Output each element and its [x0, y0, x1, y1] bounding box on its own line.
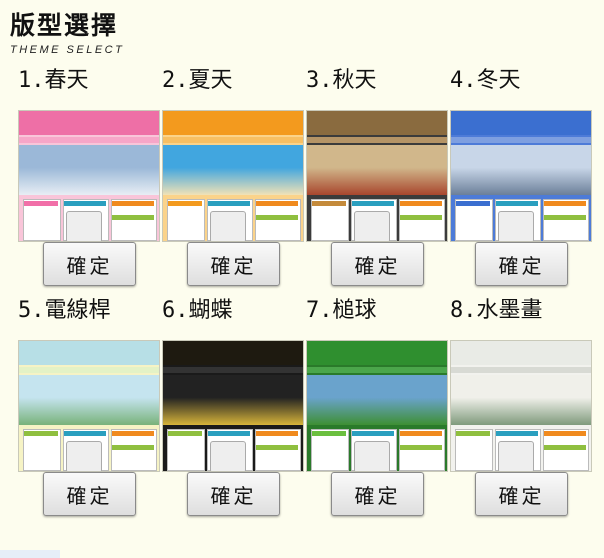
theme-label: 7.槌球 — [306, 298, 377, 323]
page-subtitle: THEME SELECT — [10, 44, 125, 56]
theme-preview-image[interactable] — [306, 340, 448, 472]
confirm-button[interactable]: 確定 — [475, 472, 568, 516]
theme-label: 1.春天 — [18, 68, 89, 93]
confirm-button[interactable]: 確定 — [187, 242, 280, 286]
theme-preview-image[interactable] — [18, 110, 160, 242]
confirm-button[interactable]: 確定 — [187, 472, 280, 516]
page-tab — [0, 550, 60, 558]
page-title: 版型選擇 — [10, 11, 119, 40]
theme-label: 8.水墨畫 — [450, 298, 543, 323]
theme-label: 3.秋天 — [306, 68, 377, 93]
confirm-button[interactable]: 確定 — [331, 242, 424, 286]
confirm-button[interactable]: 確定 — [475, 242, 568, 286]
theme-label: 5.電線桿 — [18, 298, 111, 323]
theme-label: 4.冬天 — [450, 68, 521, 93]
confirm-button[interactable]: 確定 — [43, 472, 136, 516]
theme-label: 6.蝴蝶 — [162, 298, 233, 323]
confirm-button[interactable]: 確定 — [43, 242, 136, 286]
theme-preview-image[interactable] — [450, 110, 592, 242]
theme-preview-image[interactable] — [162, 110, 304, 242]
theme-label: 2.夏天 — [162, 68, 233, 93]
theme-preview-image[interactable] — [306, 110, 448, 242]
confirm-button[interactable]: 確定 — [331, 472, 424, 516]
theme-preview-image[interactable] — [162, 340, 304, 472]
theme-preview-image[interactable] — [18, 340, 160, 472]
theme-preview-image[interactable] — [450, 340, 592, 472]
